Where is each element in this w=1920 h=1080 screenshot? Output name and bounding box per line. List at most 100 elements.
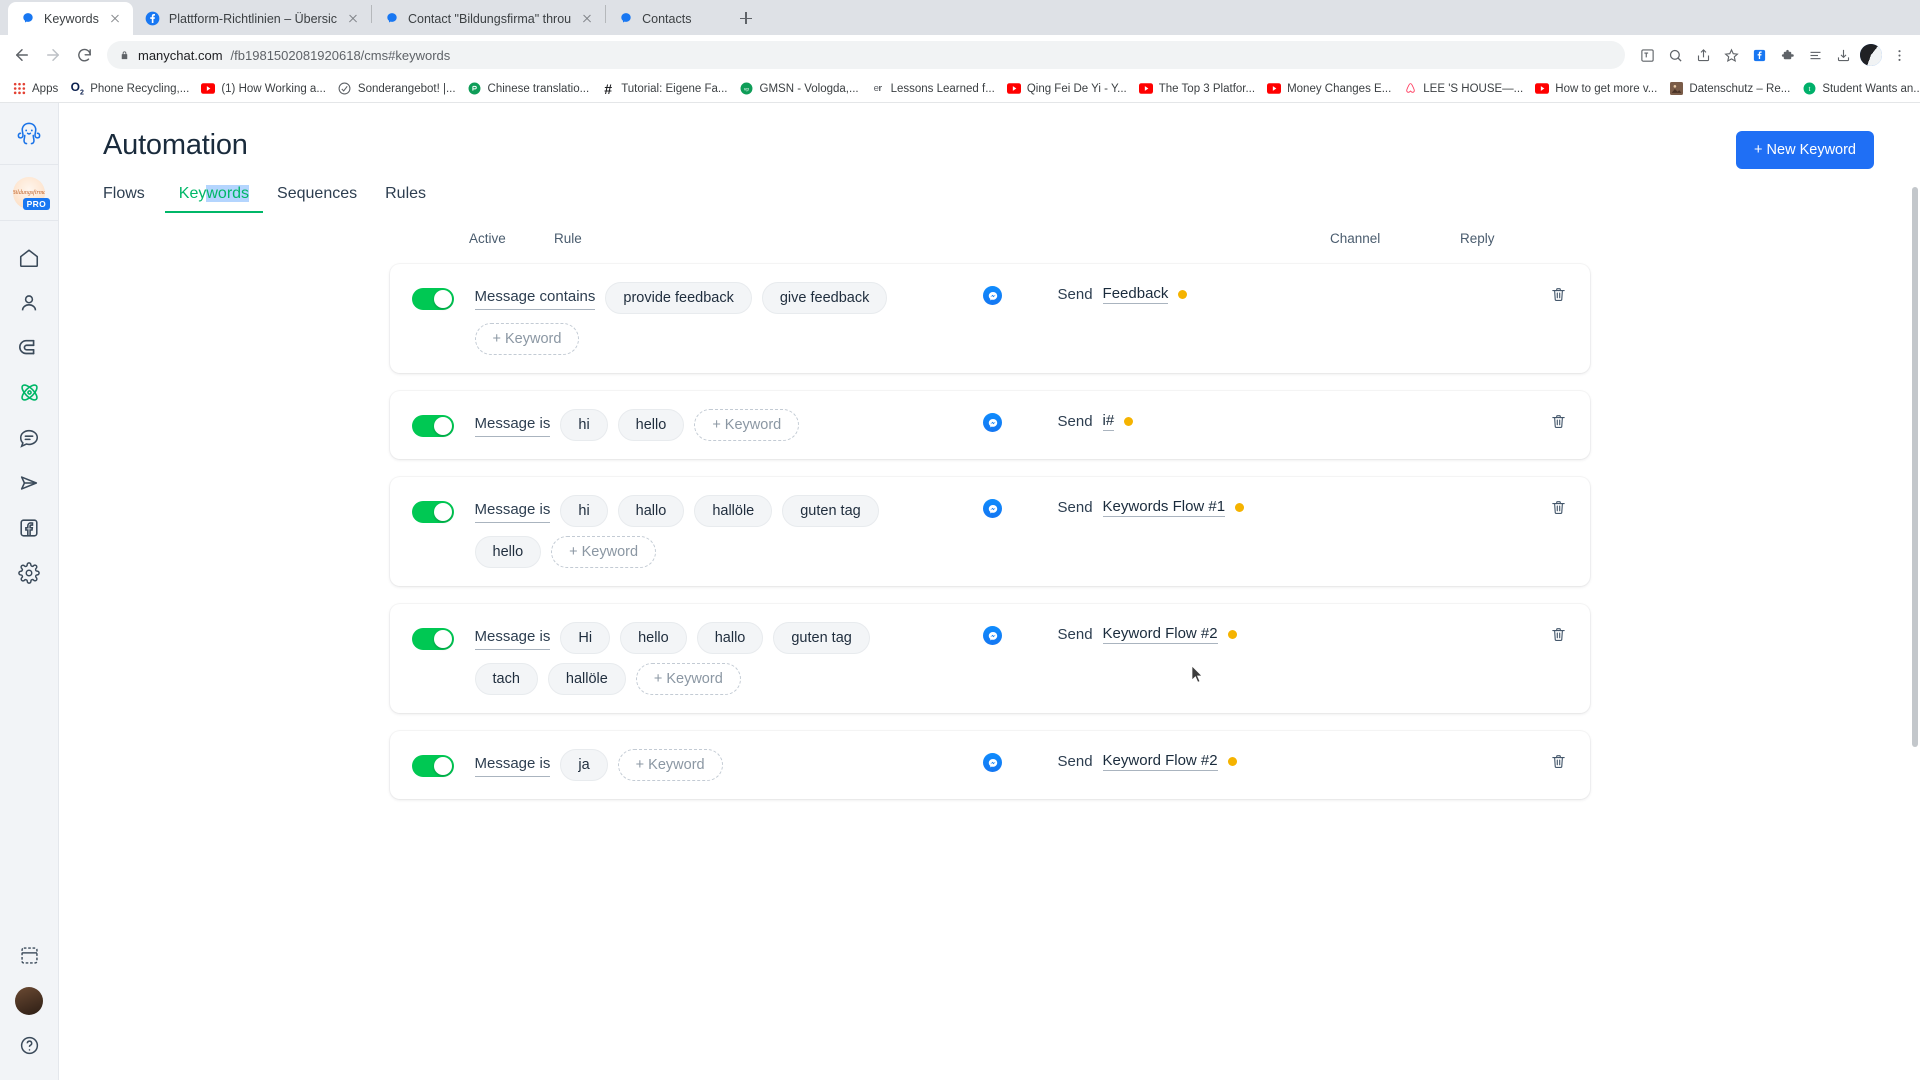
bookmark-item[interactable]: Sonderangebot! |... bbox=[332, 80, 462, 98]
keyword-chip[interactable]: hallo bbox=[696, 622, 764, 654]
active-toggle[interactable] bbox=[411, 501, 454, 523]
delete-row-button[interactable] bbox=[1528, 749, 1590, 770]
bookmark-item[interactable]: The Top 3 Platfor... bbox=[1133, 80, 1261, 98]
table-row[interactable]: Message is hi hello + Keyword Send i# bbox=[389, 391, 1590, 459]
share-icon[interactable] bbox=[1690, 42, 1716, 68]
table-row[interactable]: Message contains provide feedback give fee… bbox=[389, 264, 1590, 373]
active-toggle[interactable] bbox=[411, 288, 454, 310]
keyword-chip[interactable]: provide feedback bbox=[605, 282, 752, 314]
avatar[interactable] bbox=[1858, 42, 1884, 68]
keyword-chip[interactable]: give feedback bbox=[761, 282, 888, 314]
tab-sequences[interactable]: Sequences bbox=[263, 185, 371, 213]
delete-row-button[interactable] bbox=[1528, 622, 1590, 643]
bookmark-star-icon[interactable] bbox=[1718, 42, 1744, 68]
sidebar-item-help[interactable] bbox=[0, 1023, 59, 1068]
browser-tab-0[interactable]: Keywords bbox=[8, 2, 133, 35]
messenger-icon[interactable] bbox=[983, 626, 1002, 645]
reply-flow-link[interactable]: i# bbox=[1102, 412, 1115, 431]
keyword-chip[interactable]: hello bbox=[617, 409, 685, 441]
add-keyword-button[interactable]: + Keyword bbox=[694, 409, 800, 441]
sidebar-item-automation[interactable] bbox=[0, 370, 59, 415]
delete-row-button[interactable] bbox=[1528, 282, 1590, 303]
close-icon[interactable] bbox=[579, 11, 595, 27]
reload-icon[interactable] bbox=[70, 41, 98, 69]
bookmark-item[interactable]: # Tutorial: Eigene Fa... bbox=[595, 80, 733, 98]
new-tab-button[interactable] bbox=[732, 4, 760, 32]
keyword-chip[interactable]: hallo bbox=[617, 495, 685, 527]
tab-rules[interactable]: Rules bbox=[371, 185, 440, 213]
bookmark-item[interactable]: vp GMSN - Vologda,... bbox=[734, 80, 865, 98]
close-icon[interactable] bbox=[107, 11, 123, 27]
download-icon[interactable] bbox=[1830, 42, 1856, 68]
reply-flow-link[interactable]: Keywords Flow #1 bbox=[1102, 498, 1226, 517]
add-keyword-button[interactable]: + Keyword bbox=[474, 323, 580, 355]
sidebar-item-growth-tools[interactable] bbox=[0, 325, 59, 370]
scrollbar-thumb[interactable] bbox=[1912, 187, 1918, 747]
bookmark-item[interactable]: (1) How Working a... bbox=[195, 80, 332, 98]
bookmark-item[interactable]: Qing Fei De Yi - Y... bbox=[1001, 80, 1133, 98]
page-scrollbar[interactable] bbox=[1910, 103, 1920, 1080]
rule-type-label[interactable]: Message is bbox=[474, 413, 551, 437]
sidebar-item-facebook[interactable] bbox=[0, 505, 59, 550]
keyword-chip[interactable]: hello bbox=[474, 536, 542, 568]
messenger-icon[interactable] bbox=[983, 413, 1002, 432]
address-bar[interactable]: manychat.com/fb1981502081920618/cms#keyw… bbox=[107, 41, 1625, 69]
rule-type-label[interactable]: Message is bbox=[474, 753, 551, 777]
manychat-octopus-logo[interactable] bbox=[0, 103, 58, 165]
table-row[interactable]: Message is hi hallo hallöle guten tag hello + … bbox=[389, 477, 1590, 586]
tab-keywords[interactable]: Keywords bbox=[164, 185, 264, 213]
extension-list-icon[interactable] bbox=[1802, 42, 1828, 68]
translate-icon[interactable] bbox=[1634, 42, 1660, 68]
reply-flow-link[interactable]: Keyword Flow #2 bbox=[1102, 625, 1218, 644]
reply-flow-link[interactable]: Keyword Flow #2 bbox=[1102, 752, 1218, 771]
close-icon[interactable] bbox=[345, 11, 361, 27]
forward-arrow-icon[interactable] bbox=[39, 41, 67, 69]
delete-row-button[interactable] bbox=[1528, 495, 1590, 516]
add-keyword-button[interactable]: + Keyword bbox=[635, 663, 741, 695]
keyword-chip[interactable]: hallöle bbox=[547, 663, 626, 695]
avatar[interactable] bbox=[0, 978, 59, 1023]
add-keyword-button[interactable]: + Keyword bbox=[551, 536, 657, 568]
bookmark-item[interactable]: er Lessons Learned f... bbox=[865, 80, 1001, 98]
keyword-chip[interactable]: guten tag bbox=[782, 495, 879, 527]
rule-type-label[interactable]: Message contains bbox=[474, 286, 596, 310]
sidebar-item-settings[interactable] bbox=[0, 550, 59, 595]
messenger-icon[interactable] bbox=[983, 753, 1002, 772]
active-toggle[interactable] bbox=[411, 755, 454, 777]
tab-flows[interactable]: Flows bbox=[103, 185, 159, 213]
keyword-chip[interactable]: hallöle bbox=[694, 495, 773, 527]
messenger-icon[interactable] bbox=[983, 499, 1002, 518]
bookmark-item[interactable]: Datenschutz – Re... bbox=[1663, 80, 1796, 98]
extension-f-icon[interactable] bbox=[1746, 42, 1772, 68]
keyword-chip[interactable]: guten tag bbox=[773, 622, 870, 654]
keyword-chip[interactable]: ja bbox=[560, 749, 608, 781]
add-keyword-button[interactable]: + Keyword bbox=[617, 749, 723, 781]
messenger-icon[interactable] bbox=[983, 286, 1002, 305]
bookmark-item[interactable]: O2 Phone Recycling,... bbox=[64, 80, 195, 98]
bookmark-item[interactable]: Apps bbox=[6, 80, 64, 98]
rule-type-label[interactable]: Message is bbox=[474, 626, 551, 650]
sidebar-item-contacts[interactable] bbox=[0, 280, 59, 325]
keyword-chip[interactable]: hello bbox=[620, 622, 687, 654]
sidebar-item-templates[interactable] bbox=[0, 933, 59, 978]
bookmark-item[interactable]: t Student Wants an... bbox=[1796, 80, 1920, 98]
delete-row-button[interactable] bbox=[1528, 409, 1590, 430]
keyword-chip[interactable]: tach bbox=[474, 663, 538, 695]
bookmark-item[interactable]: LEE 'S HOUSE—... bbox=[1397, 80, 1529, 98]
table-row[interactable]: Message is ja + Keyword Send Keyword Flow #2 bbox=[389, 731, 1590, 799]
keyword-chip[interactable]: Hi bbox=[560, 622, 611, 654]
reply-flow-link[interactable]: Feedback bbox=[1102, 285, 1169, 304]
sidebar-item-broadcasting[interactable] bbox=[0, 460, 59, 505]
active-toggle[interactable] bbox=[411, 415, 454, 437]
back-arrow-icon[interactable] bbox=[8, 41, 36, 69]
menu-kebab-icon[interactable] bbox=[1886, 42, 1912, 68]
new-keyword-button[interactable]: + New Keyword bbox=[1736, 131, 1874, 169]
sidebar-item-live-chat[interactable] bbox=[0, 415, 59, 460]
sidebar-item-home[interactable] bbox=[0, 235, 59, 280]
browser-tab-1[interactable]: Plattform-Richtlinien – Übersic bbox=[133, 2, 371, 35]
bookmark-item[interactable]: Money Changes E... bbox=[1261, 80, 1397, 98]
active-toggle[interactable] bbox=[411, 628, 454, 650]
extension-puzzle-icon[interactable] bbox=[1774, 42, 1800, 68]
browser-tab-2[interactable]: Contact "Bildungsfirma" throu bbox=[372, 2, 605, 35]
account-switcher[interactable]: Bildungsfirma PRO bbox=[0, 165, 58, 221]
